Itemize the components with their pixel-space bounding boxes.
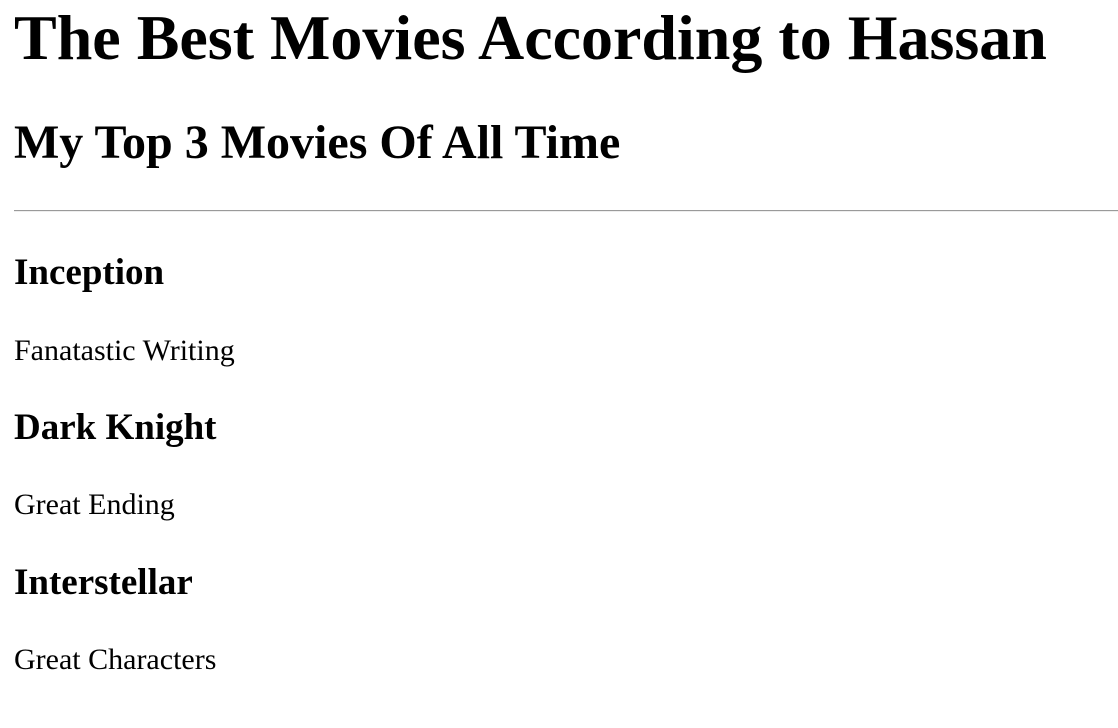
movie-title-dark-knight: Dark Knight <box>14 407 217 448</box>
movie-title-inception: Inception <box>14 252 165 293</box>
movie-title-interstellar: Interstellar <box>14 562 193 603</box>
divider <box>14 210 1118 212</box>
movie-description-interstellar: Great Characters <box>14 643 217 676</box>
page: The Best Movies According to Hassan My T… <box>0 0 1118 728</box>
movie-description-inception: Fanatastic Writing <box>14 334 235 367</box>
page-title: The Best Movies According to Hassan <box>14 2 1047 73</box>
page-subtitle: My Top 3 Movies Of All Time <box>14 116 621 169</box>
movie-description-dark-knight: Great Ending <box>14 488 175 521</box>
